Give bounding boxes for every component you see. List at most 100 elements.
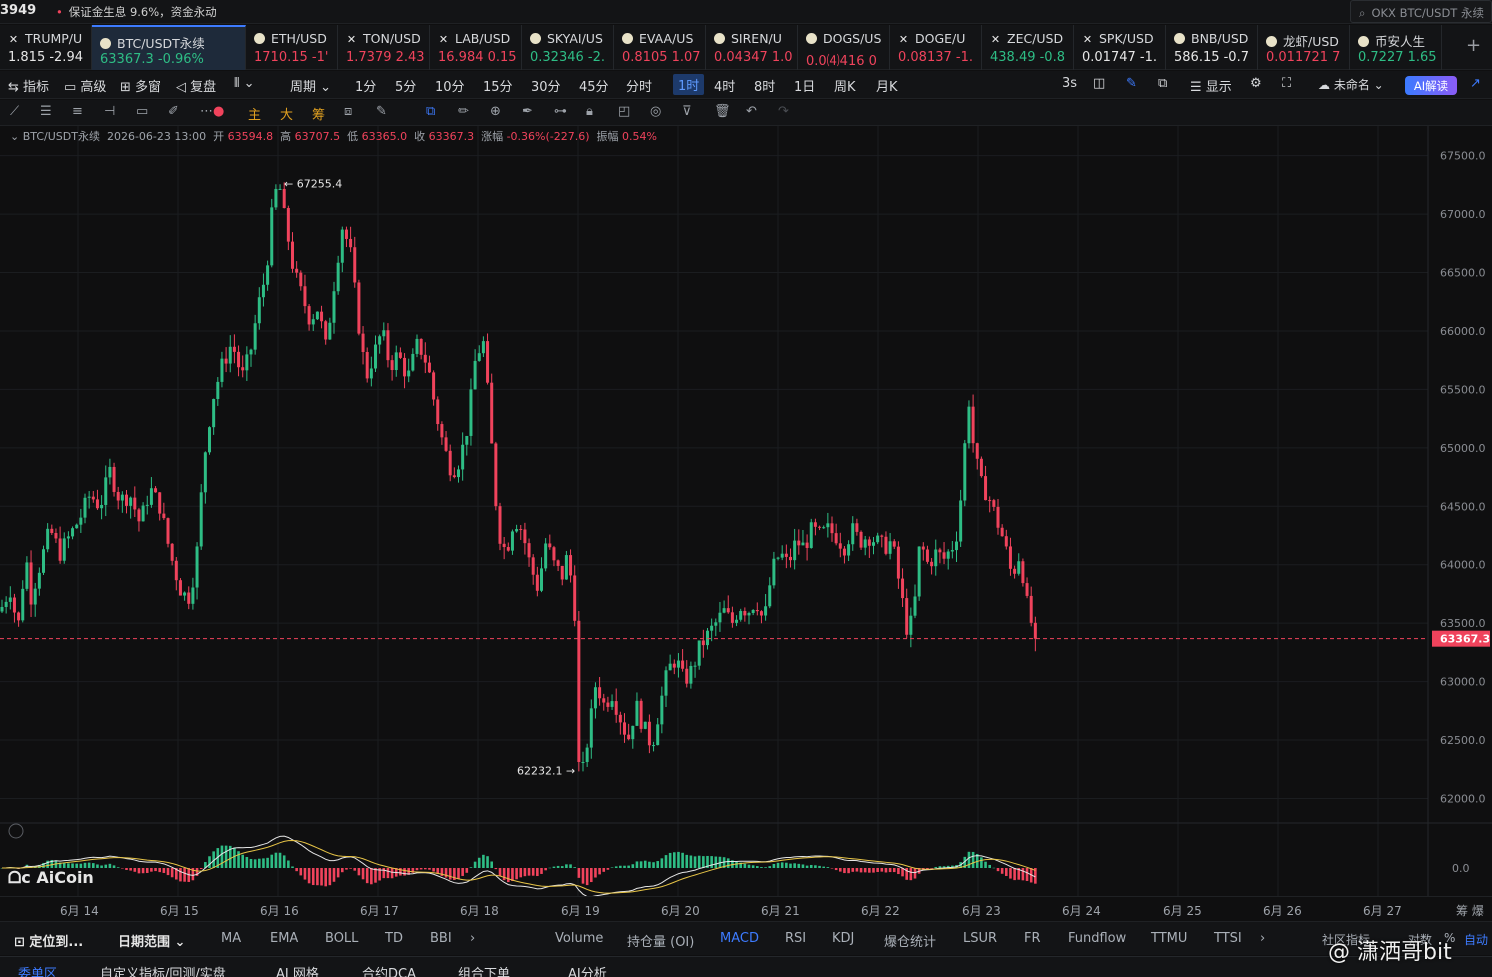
brush-tool-icon[interactable]: ✐ xyxy=(168,104,179,119)
main-indicator-button[interactable]: EMA xyxy=(270,931,298,946)
pattern-icon[interactable]: ⧈ xyxy=(344,104,352,119)
ai-interpret-button[interactable]: AI解读 xyxy=(1405,76,1457,95)
eraser-icon[interactable]: ✎ xyxy=(376,104,387,119)
horizontal-ray-tool-icon[interactable]: ⊣ xyxy=(104,104,115,119)
trash-icon[interactable]: 🗑︎ xyxy=(714,104,731,119)
ticker-tab-5[interactable]: SKYAI/US 0.32346 -2. xyxy=(522,25,614,70)
sub-indicator-button[interactable]: 爆仓统计 xyxy=(884,931,936,950)
ticker-tab-7[interactable]: SIREN/U 0.04347 1.0 xyxy=(706,25,798,70)
promo-notice[interactable]: • 保证金生息 9.6%，资金永动 xyxy=(56,4,217,20)
sub-indicator-button[interactable]: RSI xyxy=(785,931,806,946)
bottom-tab[interactable]: AI分析 xyxy=(568,963,607,977)
locate-button[interactable]: ⊡ 定位到... xyxy=(14,931,83,950)
multi-window-button[interactable]: ⊞ 多窗 xyxy=(120,76,161,95)
interval-button[interactable]: 45分 xyxy=(579,76,609,95)
main-indicator-button[interactable]: BOLL xyxy=(325,931,358,946)
marker-icon[interactable]: ✒ xyxy=(522,104,533,119)
sub-indicator-button[interactable]: 持仓量 (OI) xyxy=(627,931,694,950)
interval-button[interactable]: 月K xyxy=(876,76,898,95)
filter-icon[interactable]: ⊽ xyxy=(682,104,692,119)
camera-icon[interactable]: ◫ xyxy=(1093,76,1105,91)
interval-button[interactable]: 10分 xyxy=(435,76,465,95)
ticker-tab-8[interactable]: DOGS/US 0.0⑷416 0 xyxy=(798,25,890,70)
sub-indicator-button[interactable]: TTMU xyxy=(1151,931,1187,946)
date-range-dropdown[interactable]: 日期范围 ⌄ xyxy=(118,931,185,950)
settings-gear-icon[interactable]: ⚙ xyxy=(1250,76,1262,91)
bottom-tab[interactable]: 自定义指标/回测/实盘 xyxy=(100,963,226,977)
sub-indicator-button[interactable]: TTSI xyxy=(1214,931,1242,946)
undo-icon[interactable]: ↶ xyxy=(746,104,757,119)
interval-button[interactable]: 分时 xyxy=(626,76,652,95)
sub-indicator-button[interactable]: Fundflow xyxy=(1068,931,1126,946)
ticker-tab-4[interactable]: ✕ LAB/USD 16.984 0.15 xyxy=(430,25,522,70)
auto-scale-toggle[interactable]: 自动 xyxy=(1464,931,1488,948)
ruler-icon[interactable]: ✏ xyxy=(458,104,469,119)
pen-icon[interactable]: ✎ xyxy=(1126,76,1137,91)
sub-indicators-more-icon[interactable]: › xyxy=(1260,931,1265,946)
popout-icon[interactable]: ⧉ xyxy=(1158,76,1167,91)
sub-indicator-button[interactable]: Volume xyxy=(555,931,603,946)
magnet-icon[interactable]: ⧉ xyxy=(426,104,435,119)
chart-type-dropdown[interactable]: ⫴ ⌄ xyxy=(234,76,255,91)
price-chart[interactable]: 67500.0 67000.0 66500.0 66000.0 65500.0 65000… xyxy=(0,126,1492,896)
lock-icon[interactable]: 🔒︎ xyxy=(586,104,593,119)
trend-icon[interactable]: ↗ xyxy=(1470,76,1481,91)
display-button[interactable]: ☰ 显示 xyxy=(1190,76,1232,95)
link-icon[interactable]: ⊶ xyxy=(554,104,567,119)
collapse-icon[interactable]: ⌄ xyxy=(10,130,23,143)
sub-indicator-button[interactable]: FR xyxy=(1024,931,1041,946)
add-tab-icon[interactable]: + xyxy=(1466,35,1481,56)
period-dropdown[interactable]: 周期 ⌄ xyxy=(290,76,331,95)
ticker-tab-10[interactable]: ✕ ZEC/USD 438.49 -0.8 xyxy=(982,25,1074,70)
bottom-tab[interactable]: 组合下单 xyxy=(458,963,510,977)
ticker-tab-12[interactable]: BNB/USD 586.15 -0.7 xyxy=(1166,25,1258,70)
ticker-tab-2[interactable]: ETH/USD 1710.15 -1' xyxy=(246,25,338,70)
interval-button[interactable]: 5分 xyxy=(395,76,416,95)
ticker-tab-9[interactable]: ✕ DOGE/U 0.08137 -1. xyxy=(890,25,982,70)
replay-button[interactable]: ◁ 复盘 xyxy=(176,76,216,95)
advanced-button[interactable]: ▭ 高级 xyxy=(64,76,106,95)
refresh-rate-button[interactable]: 3s xyxy=(1062,76,1077,91)
bottom-tab[interactable]: AI 网格 xyxy=(276,963,319,977)
interval-button[interactable]: 1分 xyxy=(355,76,376,95)
main-indicator-button[interactable]: TD xyxy=(385,931,403,946)
main-indicators-more-icon[interactable]: › xyxy=(470,931,475,946)
horizontal-lines-tool-icon[interactable]: ≡ xyxy=(72,104,83,119)
interval-button[interactable]: 15分 xyxy=(483,76,513,95)
sub-indicator-button[interactable]: LSUR xyxy=(963,931,997,946)
ticker-tab-6[interactable]: EVAA/US 0.8105 1.07 xyxy=(614,25,706,70)
axis-toggle-icons[interactable]: 筹 爆 xyxy=(1456,902,1484,919)
zoom-icon[interactable]: ⊕ xyxy=(490,104,501,119)
indicators-button[interactable]: ⇆ 指标 xyxy=(8,76,49,95)
ticker-tab-13[interactable]: 龙虾/USD 0.011721 7 xyxy=(1258,25,1350,70)
ticker-tab-11[interactable]: ✕ SPK/USD 0.01747 -1. xyxy=(1074,25,1166,70)
parallel-lines-tool-icon[interactable]: ☰ xyxy=(40,104,52,119)
layers-icon[interactable]: ◰ xyxy=(618,104,630,119)
time-axis[interactable]: 6月 14 6月 15 6月 16 6月 17 6月 18 6月 19 6月 20 6月 21… xyxy=(0,896,1492,920)
chip-toggle[interactable]: 筹 xyxy=(312,104,325,123)
main-chart-toggle[interactable]: 主 xyxy=(248,104,261,123)
interval-button[interactable]: 1时 xyxy=(673,74,705,95)
ticker-tab-3[interactable]: ✕ TON/USD 1.7379 2.43 xyxy=(338,25,430,70)
ticker-tab-14[interactable]: 币安人生 0.7227 1.65 xyxy=(1350,25,1442,70)
interval-button[interactable]: 30分 xyxy=(531,76,561,95)
redo-icon[interactable]: ↷ xyxy=(778,104,789,119)
symbol-search-input[interactable]: ⌕ OKX BTC/USDT 永续 xyxy=(1350,0,1492,23)
interval-button[interactable]: 4时 xyxy=(714,76,735,95)
layout-name-dropdown[interactable]: ☁ 未命名 ⌄ xyxy=(1318,76,1384,93)
fullscreen-icon[interactable]: ⛶ xyxy=(1282,76,1291,91)
big-order-toggle[interactable]: 大 xyxy=(280,104,293,123)
rectangle-tool-icon[interactable]: ▭ xyxy=(136,104,148,119)
sub-indicator-button[interactable]: KDJ xyxy=(832,931,854,946)
sub-indicator-button[interactable]: MACD xyxy=(720,931,759,946)
interval-button[interactable]: 1日 xyxy=(794,76,815,95)
interval-button[interactable]: 周K xyxy=(834,76,856,95)
main-indicator-button[interactable]: BBI xyxy=(430,931,452,946)
ticker-tab-0[interactable]: ✕ TRUMP/U 1.815 -2.94 xyxy=(0,25,92,70)
main-indicator-button[interactable]: MA xyxy=(221,931,241,946)
bottom-tab[interactable]: 委单区 xyxy=(18,963,57,977)
measure-tool-icon[interactable]: ⋯● xyxy=(200,104,224,119)
bottom-tab[interactable]: 合约DCA xyxy=(362,963,416,977)
ticker-tab-1[interactable]: BTC/USDT永续 63367.3 -0.96% xyxy=(92,25,246,70)
visibility-icon[interactable]: ◎ xyxy=(650,104,661,119)
